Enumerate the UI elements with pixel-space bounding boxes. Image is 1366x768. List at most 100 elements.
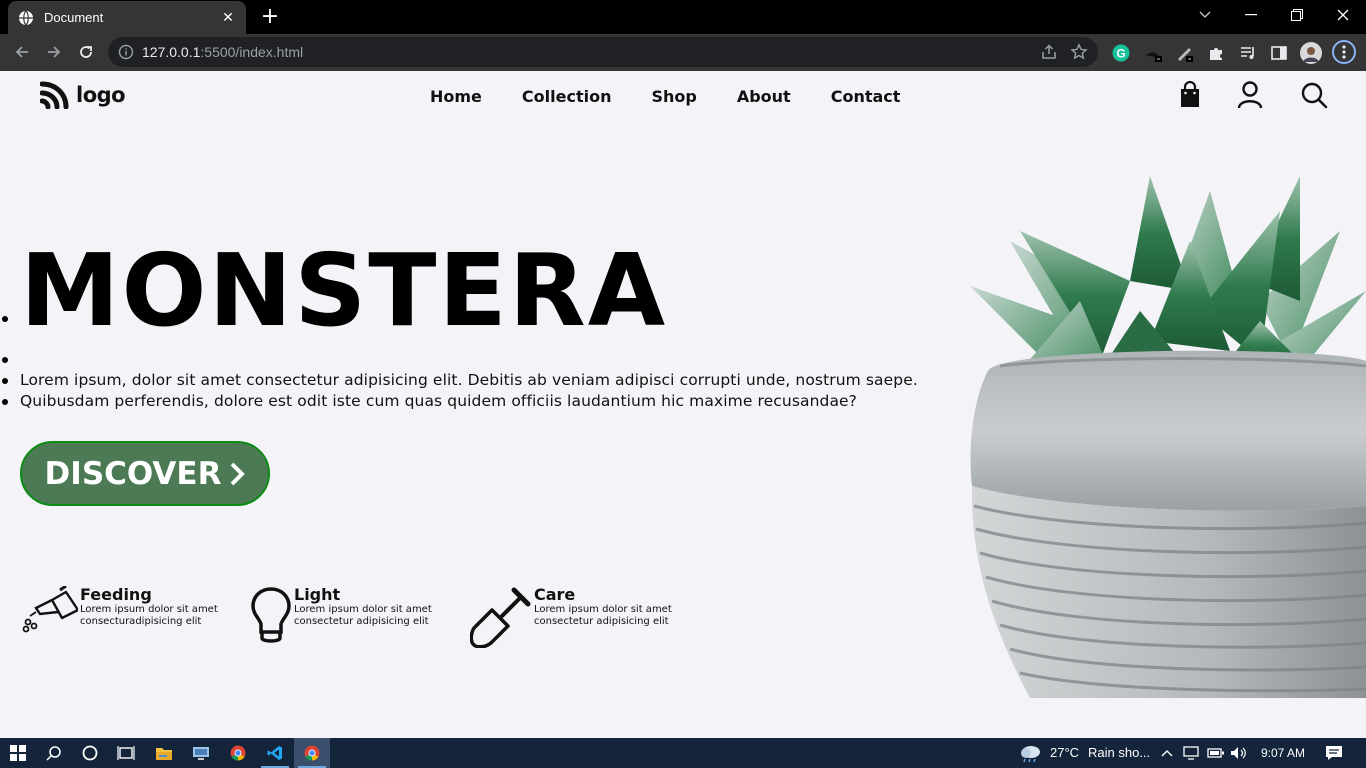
star-icon[interactable] bbox=[1070, 43, 1088, 61]
hero-paragraph-1: Lorem ipsum, dolor sit amet consectetur … bbox=[20, 371, 918, 389]
search-icon[interactable] bbox=[1300, 81, 1328, 109]
chrome-active-taskbar-button[interactable] bbox=[294, 738, 330, 768]
nav-shop[interactable]: Shop bbox=[651, 87, 696, 106]
feature-desc: Lorem ipsum dolor sit amet consecturadip… bbox=[80, 604, 218, 627]
speaker-icon[interactable] bbox=[1230, 746, 1248, 760]
weather-desc[interactable]: Rain sho... bbox=[1088, 738, 1150, 768]
weather-temp[interactable]: 27°C bbox=[1050, 738, 1079, 768]
more-vertical-icon bbox=[1342, 45, 1346, 59]
web-page: logo Home Collection Shop About Contact … bbox=[0, 71, 1366, 738]
nav-about[interactable]: About bbox=[737, 87, 791, 106]
tab-title: Document bbox=[44, 10, 104, 25]
url-host: 127.0.0.1 bbox=[142, 44, 201, 60]
site-logo[interactable]: logo bbox=[40, 81, 126, 109]
feature-light: Light Lorem ipsum dolor sit amet consect… bbox=[250, 586, 444, 646]
info-icon[interactable] bbox=[118, 44, 134, 60]
search-button[interactable] bbox=[36, 738, 72, 768]
restore-icon bbox=[1291, 9, 1303, 21]
watering-can-icon bbox=[22, 586, 78, 633]
nav-home[interactable]: Home bbox=[430, 87, 482, 106]
list-bullet bbox=[2, 357, 8, 363]
hero-paragraph-2: Quibusdam perferendis, dolore est odit i… bbox=[20, 392, 858, 410]
succulent-pot-image bbox=[970, 176, 1366, 698]
chrome-icon bbox=[304, 745, 320, 761]
arrow-left-icon bbox=[15, 46, 28, 58]
url-path: :5500/index.html bbox=[200, 44, 304, 60]
feature-feeding: Feeding Lorem ipsum dolor sit amet conse… bbox=[22, 586, 230, 634]
share-icon[interactable] bbox=[1040, 43, 1058, 61]
lightbulb-icon bbox=[251, 587, 291, 643]
puzzle-icon[interactable] bbox=[1205, 42, 1227, 64]
cortana-icon bbox=[82, 745, 98, 761]
feature-desc: Lorem ipsum dolor sit amet consectetur a… bbox=[534, 604, 672, 627]
browser-tab[interactable]: Document ✕ bbox=[8, 1, 246, 34]
task-view-button[interactable] bbox=[108, 738, 144, 768]
discover-button[interactable]: DISCOVER bbox=[20, 441, 270, 506]
back-button[interactable] bbox=[8, 38, 36, 66]
remote-desktop-button[interactable] bbox=[183, 738, 219, 768]
chevron-down-icon bbox=[1199, 11, 1211, 18]
reload-icon bbox=[80, 46, 92, 58]
vscode-taskbar-button[interactable] bbox=[257, 738, 293, 768]
windows-taskbar: 27°C Rain sho... 9:07 AM bbox=[0, 738, 1366, 768]
browser-toolbar: 127.0.0.1:5500/index.html G bbox=[0, 34, 1366, 71]
feature-title: Care bbox=[534, 585, 576, 604]
minimize-icon bbox=[1245, 14, 1257, 16]
list-bullet bbox=[2, 316, 8, 322]
side-panel-icon[interactable] bbox=[1268, 42, 1290, 64]
url-text: 127.0.0.1:5500/index.html bbox=[142, 37, 303, 67]
nav-collection[interactable]: Collection bbox=[522, 87, 612, 106]
network-icon[interactable] bbox=[1183, 746, 1201, 760]
address-bar[interactable]: 127.0.0.1:5500/index.html bbox=[108, 37, 1098, 67]
rss-icon bbox=[40, 81, 69, 109]
close-icon bbox=[1337, 9, 1349, 21]
folder-icon bbox=[156, 748, 172, 760]
profile-avatar[interactable] bbox=[1300, 42, 1322, 64]
vscode-icon bbox=[267, 746, 282, 760]
forward-button[interactable] bbox=[40, 38, 68, 66]
feature-title: Light bbox=[294, 585, 341, 604]
chrome-icon bbox=[230, 745, 246, 761]
svg-text:G: G bbox=[1116, 47, 1125, 61]
feature-care: Care Lorem ipsum dolor sit amet consecte… bbox=[470, 586, 684, 648]
extension-icon[interactable] bbox=[1142, 42, 1164, 64]
close-tab-icon[interactable]: ✕ bbox=[220, 10, 236, 26]
arrow-right-icon bbox=[48, 46, 61, 58]
media-controls-icon[interactable] bbox=[1237, 42, 1259, 64]
file-explorer-button[interactable] bbox=[146, 738, 182, 768]
shopping-bag-icon[interactable] bbox=[1178, 81, 1202, 109]
chevron-up-icon[interactable] bbox=[1161, 749, 1173, 757]
list-bullet bbox=[2, 399, 8, 405]
cortana-button[interactable] bbox=[72, 738, 108, 768]
user-icon[interactable] bbox=[1237, 81, 1263, 109]
start-button[interactable] bbox=[0, 738, 36, 768]
nav-contact[interactable]: Contact bbox=[831, 87, 901, 106]
windows-icon bbox=[10, 745, 26, 761]
restore-button[interactable] bbox=[1274, 0, 1320, 30]
feature-desc: Lorem ipsum dolor sit amet consectetur a… bbox=[294, 604, 432, 627]
main-nav: Home Collection Shop About Contact bbox=[430, 87, 940, 106]
monitor-icon bbox=[193, 747, 209, 760]
discover-label: DISCOVER bbox=[44, 455, 222, 492]
grammarly-icon[interactable]: G bbox=[1110, 42, 1132, 64]
chevron-right-icon bbox=[231, 462, 246, 485]
pen-extension-icon[interactable] bbox=[1174, 42, 1196, 64]
feature-title: Feeding bbox=[80, 585, 152, 604]
tab-search-button[interactable] bbox=[1182, 0, 1228, 30]
close-window-button[interactable] bbox=[1320, 0, 1366, 30]
battery-icon[interactable] bbox=[1207, 747, 1225, 759]
chrome-taskbar-button[interactable] bbox=[220, 738, 256, 768]
list-bullet bbox=[2, 378, 8, 384]
clock-time[interactable]: 9:07 AM bbox=[1261, 738, 1305, 768]
minimize-button[interactable] bbox=[1228, 0, 1274, 30]
globe-icon bbox=[19, 10, 33, 25]
task-view-icon bbox=[117, 746, 135, 760]
logo-text: logo bbox=[76, 83, 126, 107]
new-tab-button[interactable]: + bbox=[258, 6, 282, 28]
weather-rain-icon[interactable] bbox=[1018, 743, 1042, 763]
chrome-menu-button[interactable] bbox=[1332, 40, 1356, 64]
notifications-icon[interactable] bbox=[1325, 745, 1343, 761]
search-icon bbox=[46, 746, 61, 761]
shovel-icon bbox=[470, 587, 531, 648]
reload-button[interactable] bbox=[72, 38, 100, 66]
